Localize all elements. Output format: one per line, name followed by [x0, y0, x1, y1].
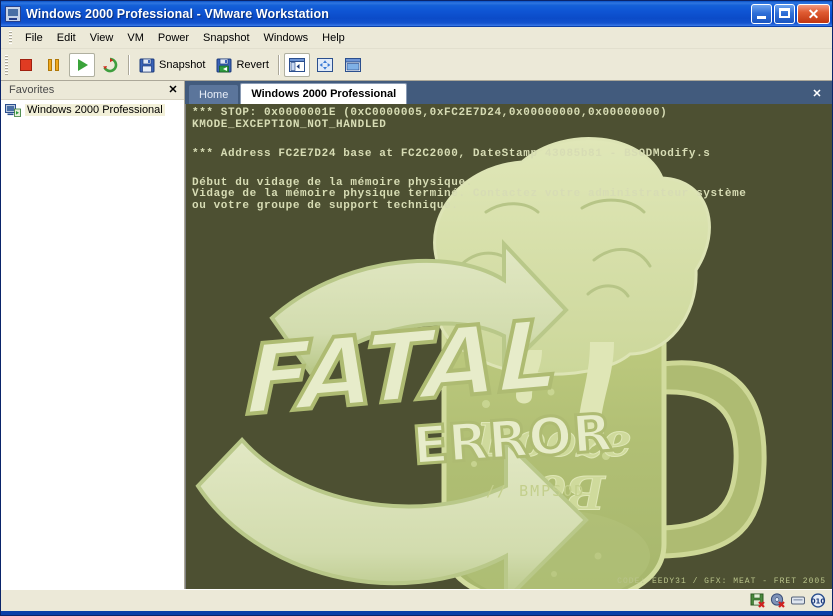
- close-button[interactable]: ✕: [797, 3, 830, 24]
- menu-file[interactable]: File: [18, 30, 50, 46]
- bmpsod-tag: // BMPSOD: [486, 482, 585, 500]
- reset-icon: [101, 56, 119, 74]
- favorites-header: Favorites ✕: [1, 81, 184, 100]
- tab-windows-2000-professional[interactable]: Windows 2000 Professional: [240, 83, 408, 104]
- revert-snapshot-icon: [215, 56, 233, 74]
- favorites-list: Windows 2000 Professional: [1, 100, 184, 589]
- quick-switch-icon: [344, 56, 362, 74]
- bsod-credits: CODE: EEDY31 / GFX: MEAT - FRET 2005: [617, 577, 826, 586]
- revert-button[interactable]: Revert: [211, 53, 272, 77]
- network-icon[interactable]: [790, 593, 806, 608]
- main-panel: Home Windows 2000 Professional ✕ Booze F…: [185, 81, 832, 589]
- revert-button-label: Revert: [236, 58, 269, 71]
- bsod-line-6: ou votre groupe de support technique.: [192, 199, 459, 212]
- window-controls: ✕: [751, 3, 830, 24]
- menubar-grip[interactable]: [9, 31, 12, 44]
- sidebar-item-label: Windows 2000 Professional: [25, 104, 165, 116]
- menu-edit[interactable]: Edit: [50, 30, 83, 46]
- vmware-vm-icon: [5, 5, 21, 22]
- floppy-disconnected-icon[interactable]: [750, 593, 766, 608]
- bsod-line-2: KMODE_EXCEPTION_NOT_HANDLED: [192, 118, 387, 131]
- toolbar-separator-2: [277, 54, 279, 75]
- menu-vm[interactable]: VM: [120, 30, 151, 46]
- power-off-button[interactable]: [13, 53, 39, 77]
- toolbar-grip[interactable]: [5, 54, 8, 75]
- bsod-line-4: Début du vidage de la mémoire physique.: [192, 176, 473, 189]
- toggle-sidebar-button[interactable]: [283, 52, 310, 77]
- bsod-line-5: Vidage de la mémoire physique terminé. C…: [192, 188, 747, 200]
- fullscreen-icon: [316, 56, 334, 74]
- tab-home[interactable]: Home: [189, 85, 239, 104]
- menu-power[interactable]: Power: [151, 30, 196, 46]
- bsod-screen: Booze Bob FATAL: [186, 104, 832, 589]
- window-bottom-edge: [1, 611, 832, 615]
- close-tab-icon[interactable]: ✕: [810, 87, 824, 101]
- menu-help[interactable]: Help: [315, 30, 352, 46]
- play-icon: [73, 56, 91, 74]
- quick-switch-button[interactable]: [340, 53, 366, 77]
- fullscreen-button[interactable]: [312, 53, 338, 77]
- bsod-line-3: *** Address FC2E7D24 base at FC2C2000, D…: [192, 147, 711, 160]
- close-sidebar-icon[interactable]: ✕: [166, 83, 180, 97]
- favorites-title: Favorites: [9, 84, 55, 96]
- save-snapshot-icon: [138, 56, 156, 74]
- menu-bar: File Edit View VM Power Snapshot Windows…: [1, 27, 832, 49]
- minimize-button[interactable]: [751, 3, 772, 24]
- title-bar: Windows 2000 Professional - VMware Works…: [1, 1, 832, 27]
- close-icon: ✕: [807, 5, 820, 22]
- tab-strip: Home Windows 2000 Professional ✕: [185, 81, 832, 104]
- suspend-button[interactable]: [41, 53, 67, 77]
- menu-snapshot[interactable]: Snapshot: [196, 30, 256, 46]
- vm-powered-icon: [5, 103, 21, 117]
- toolbar-separator-1: [128, 54, 129, 75]
- status-bar: 010: [1, 589, 832, 611]
- stop-icon: [17, 56, 35, 74]
- power-on-button[interactable]: [69, 52, 95, 77]
- work-area: Favorites ✕ Windows 2000 Professional Ho…: [1, 81, 832, 589]
- pause-icon: [45, 56, 63, 74]
- snapshot-button[interactable]: Snapshot: [134, 53, 209, 77]
- menu-windows[interactable]: Windows: [257, 30, 316, 46]
- bsod-stop-text: *** STOP: 0x0000001E (0xC0000005,0xFC2E7…: [192, 107, 832, 212]
- vm-display[interactable]: Booze Bob FATAL: [185, 104, 832, 589]
- toolbar: Snapshot Revert: [1, 49, 832, 81]
- bsod-line-1: *** STOP: 0x0000001E (0xC0000005,0xFC2E7…: [192, 107, 668, 119]
- menu-view[interactable]: View: [83, 30, 121, 46]
- snapshot-button-label: Snapshot: [159, 58, 206, 71]
- sidebar-item-windows-2000-professional[interactable]: Windows 2000 Professional: [1, 102, 184, 118]
- vmware-workstation-window: Windows 2000 Professional - VMware Works…: [0, 0, 833, 616]
- cdrom-disconnected-icon[interactable]: [770, 593, 786, 608]
- sidebar-icon: [288, 56, 306, 74]
- window-title: Windows 2000 Professional - VMware Works…: [26, 6, 329, 21]
- svg-text:010: 010: [811, 598, 826, 606]
- usb-icon[interactable]: 010: [810, 593, 826, 608]
- maximize-button[interactable]: [774, 3, 795, 24]
- reset-button[interactable]: [97, 53, 123, 77]
- favorites-sidebar: Favorites ✕ Windows 2000 Professional: [1, 81, 185, 589]
